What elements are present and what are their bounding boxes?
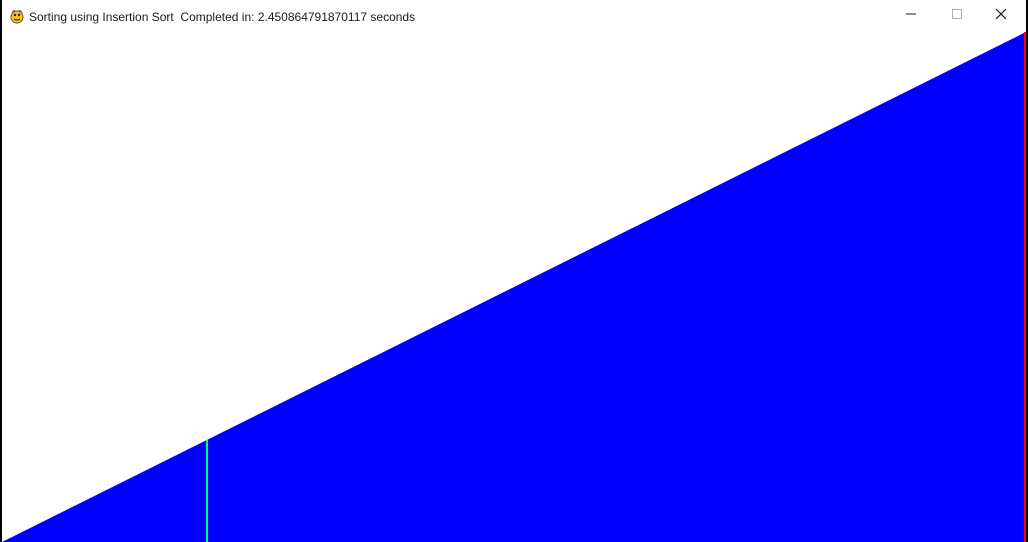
sorted-bars bbox=[2, 32, 1026, 542]
sorting-canvas bbox=[2, 32, 1026, 542]
maximize-button[interactable] bbox=[934, 0, 980, 32]
completed-unit: seconds bbox=[370, 10, 416, 24]
title-bar[interactable]: Sorting using Insertion Sort Completed i… bbox=[2, 0, 1026, 32]
minimize-icon bbox=[905, 7, 917, 25]
app-window: Sorting using Insertion Sort Completed i… bbox=[2, 0, 1026, 542]
maximize-icon bbox=[951, 7, 963, 25]
title-prefix: Sorting using Insertion Sort bbox=[29, 10, 174, 24]
bars-visualization bbox=[2, 32, 1026, 542]
close-icon bbox=[995, 7, 1007, 25]
minimize-button[interactable] bbox=[888, 0, 934, 32]
pygame-snake-icon bbox=[9, 8, 25, 24]
completed-value: 2.450864791870117 bbox=[257, 10, 368, 24]
completed-label: Completed in: bbox=[180, 10, 255, 24]
close-button[interactable] bbox=[978, 0, 1024, 32]
window-title: Sorting using Insertion Sort Completed i… bbox=[29, 9, 415, 25]
